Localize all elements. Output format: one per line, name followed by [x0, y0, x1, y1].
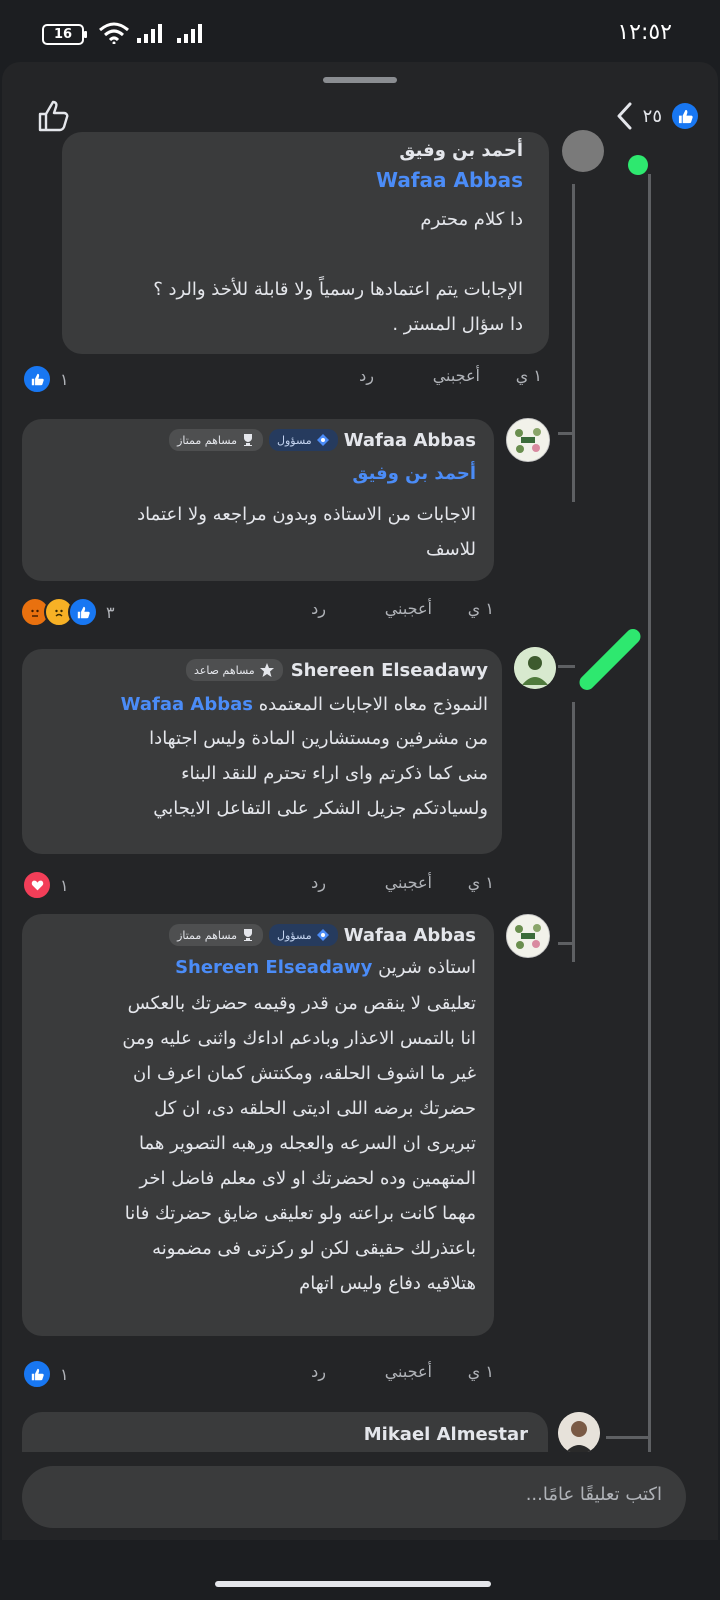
thread-branch: [606, 1436, 648, 1439]
comment-reactions[interactable]: ١: [22, 870, 69, 900]
thread-branch: [572, 702, 575, 962]
reaction-count: ٣: [106, 602, 115, 622]
like-outline-icon[interactable]: [36, 98, 72, 134]
trophy-icon: [243, 929, 252, 941]
comment-reactions[interactable]: ١: [22, 1359, 69, 1389]
like-reaction-icon: [22, 364, 52, 394]
comment-bubble: أحمد بن وفيق Wafaa Abbas دا كلام محترم ا…: [62, 132, 549, 354]
thread-branch: [558, 942, 575, 945]
comment-time: ١ ي: [515, 366, 542, 385]
reply-button[interactable]: رد: [311, 873, 326, 892]
reaction-count: ١: [60, 369, 69, 389]
status-bar: 16 ١٢:٥٢: [0, 0, 720, 62]
admin-badge: مسؤول: [268, 924, 338, 946]
comment-time: ١ ي: [467, 873, 494, 892]
comment-bubble: Wafaa Abbas مسؤول مساهم ممتاز أحمد بن وف…: [22, 419, 494, 581]
comment-time: ١ ي: [467, 599, 494, 618]
comment-actions: ١ ي أعجبني رد: [22, 362, 542, 392]
contributor-badge: مساهم ممتاز: [169, 924, 263, 946]
like-reaction-icon: [68, 597, 98, 627]
comment-first-line: النموذج معاه الاجابات المعتمده Wafaa Abb…: [121, 687, 488, 722]
like-reaction-icon: [22, 1359, 52, 1389]
reaction-summary[interactable]: ٢٥: [615, 98, 698, 134]
battery-level: 16: [53, 27, 73, 42]
comment-header: Wafaa Abbas مسؤول مساهم ممتاز: [169, 924, 476, 946]
like-button[interactable]: أعجبني: [433, 366, 480, 385]
comment-text: دا كلام محترم الإجابات يتم اعتمادها رسمي…: [153, 209, 523, 335]
avatar[interactable]: [562, 130, 604, 172]
wifi-icon: [99, 22, 129, 44]
comment-text: من مشرفين ومستشارين المادة وليس اجتهادا …: [149, 728, 488, 819]
battery-icon: 16: [42, 24, 87, 45]
home-indicator[interactable]: [215, 1581, 491, 1587]
reply-button[interactable]: رد: [311, 1362, 326, 1381]
admin-badge: مسؤول: [268, 429, 338, 451]
comment-header: Wafaa Abbas مسؤول مساهم ممتاز: [169, 429, 476, 451]
avatar[interactable]: [506, 418, 550, 462]
admin-badge-label: مسؤول: [276, 928, 312, 942]
signal-icon-2: [177, 24, 202, 43]
comment-text-first: استاذه شرين: [378, 957, 476, 978]
comment-reactions[interactable]: ١: [22, 364, 69, 394]
comment-text: الاجابات من الاستاذه وبدون مراجعه ولا اع…: [137, 504, 476, 560]
admin-shield-icon: [316, 434, 329, 446]
thread-line: [648, 174, 651, 1500]
comment-time: ١ ي: [467, 1362, 494, 1381]
contributor-badge: مساهم صاعد: [185, 659, 283, 681]
avatar[interactable]: [506, 914, 550, 958]
comment-mention[interactable]: Shereen Elseadawy: [175, 957, 372, 978]
comment-mention[interactable]: Wafaa Abbas: [121, 694, 253, 715]
drag-handle[interactable]: [323, 77, 397, 83]
reaction-count: ١: [60, 1364, 69, 1384]
thread-branch: [572, 184, 575, 502]
thread-branch: [558, 665, 575, 668]
comments-sheet: ٢٥ أحمد بن وفيق Wafaa Abbas دا كلام محتر…: [2, 62, 718, 1600]
reply-button[interactable]: رد: [311, 599, 326, 618]
love-reaction-icon: [22, 870, 52, 900]
comment-text-first: النموذج معاه الاجابات المعتمده: [258, 694, 488, 715]
comment-text: تعليقى لا ينقص من قدر وقيمه حضرتك بالعكس…: [122, 993, 476, 1294]
like-button[interactable]: أعجبني: [385, 599, 432, 618]
reply-button[interactable]: رد: [359, 366, 374, 385]
contributor-badge: مساهم ممتاز: [169, 429, 263, 451]
admin-badge-label: مسؤول: [276, 433, 312, 447]
comment-input-placeholder: اكتب تعليقًا عامًا...: [525, 1484, 662, 1505]
avatar[interactable]: [514, 647, 556, 689]
comment-mention[interactable]: أحمد بن وفيق: [352, 463, 476, 484]
avatar[interactable]: [558, 1412, 600, 1454]
trophy-icon: [243, 434, 252, 446]
comment-bubble: Shereen Elseadawy مساهم صاعد النموذج معا…: [22, 649, 502, 854]
comment-author[interactable]: Wafaa Abbas: [344, 430, 476, 451]
like-button[interactable]: أعجبني: [385, 873, 432, 892]
comment-input[interactable]: اكتب تعليقًا عامًا...: [22, 1466, 686, 1528]
highlight-dot: [628, 155, 648, 175]
admin-shield-icon: [316, 929, 329, 941]
comment-bubble: Wafaa Abbas مسؤول مساهم ممتاز استاذه شري…: [22, 914, 494, 1336]
reaction-total: ٢٥: [642, 105, 662, 127]
like-reaction-icon: [672, 103, 698, 129]
signal-icon: [137, 24, 162, 43]
comment-first-line: استاذه شرين Shereen Elseadawy: [175, 950, 476, 985]
highlight-stroke: [576, 625, 644, 694]
thread-branch: [558, 432, 575, 435]
comment-header: Shereen Elseadawy مساهم صاعد: [185, 659, 488, 681]
clock: ١٢:٥٢: [617, 20, 672, 45]
comment-author[interactable]: Shereen Elseadawy: [291, 660, 488, 681]
contributor-badge-label: مساهم صاعد: [193, 663, 255, 677]
comment-author[interactable]: Wafaa Abbas: [344, 925, 476, 946]
reaction-count: ١: [60, 875, 69, 895]
comment-actions: ١ ي أعجبني رد: [22, 1358, 494, 1388]
contributor-badge-label: مساهم ممتاز: [177, 433, 237, 447]
like-button[interactable]: أعجبني: [385, 1362, 432, 1381]
comment-author[interactable]: أحمد بن وفيق: [399, 140, 523, 161]
chevron-left-icon[interactable]: [615, 101, 633, 131]
comment-author[interactable]: Mikael Almestar: [364, 1424, 528, 1445]
navigation-bar: [2, 1540, 718, 1600]
comment-mention[interactable]: Wafaa Abbas: [376, 168, 523, 192]
star-icon: [259, 663, 274, 677]
contributor-badge-label: مساهم ممتاز: [177, 928, 237, 942]
comment-reactions[interactable]: ٣: [20, 597, 115, 627]
comment-actions: ١ ي أعجبني رد: [22, 869, 494, 899]
